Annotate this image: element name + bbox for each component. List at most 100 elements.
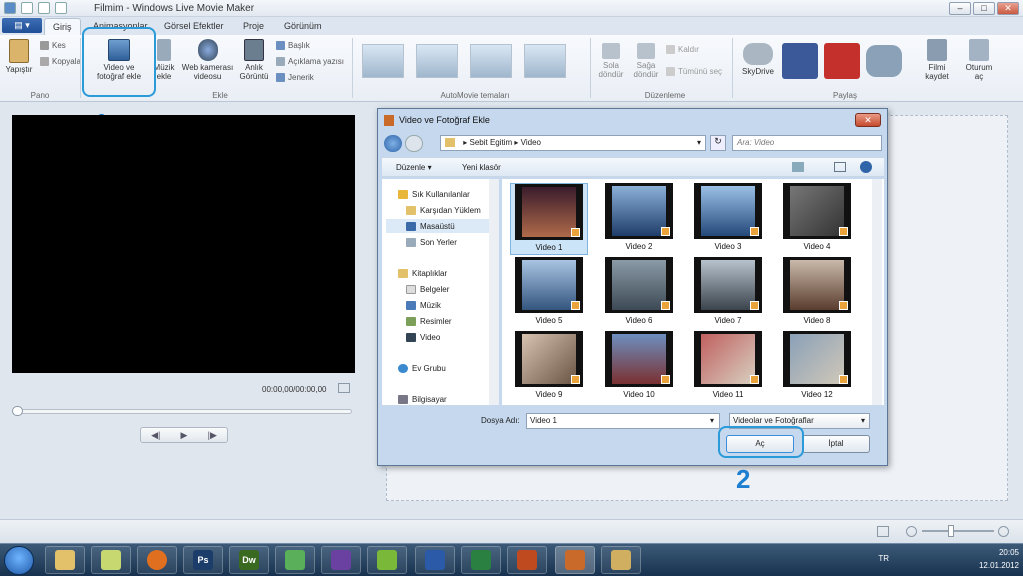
taskbar-paint[interactable] [601,546,641,574]
file-menu-tab[interactable]: ▤ ▾ [2,18,42,33]
taskbar-app[interactable] [367,546,407,574]
file-list-scrollbar[interactable] [872,179,882,405]
file-video-6[interactable]: Video 6 [600,257,678,329]
breadcrumb-video[interactable]: Video [521,138,541,147]
back-button[interactable] [384,135,402,152]
taskbar-photoshop[interactable]: Ps [183,546,223,574]
nav-recent[interactable]: Son Yerler [406,235,457,249]
tab-project[interactable]: Proje [235,18,272,35]
nav-favorites[interactable]: Sık Kullanılanlar [398,187,470,201]
nav-homegroup[interactable]: Ev Grubu [398,361,446,375]
clock-time[interactable]: 20:05 [979,548,1019,557]
fullscreen-icon[interactable] [338,383,350,393]
search-input[interactable]: Ara: Video [732,135,882,151]
undo-icon[interactable] [38,2,50,14]
play-button[interactable]: ▶ [181,430,188,441]
taskbar-powerpoint[interactable] [507,546,547,574]
next-frame-button[interactable]: |▶ [208,430,217,441]
people-share-icon[interactable] [866,45,902,77]
nav-desktop[interactable]: Masaüstü [386,219,490,233]
new-folder-button[interactable]: Yeni klasör [462,163,501,172]
thumbnail-size-icon[interactable] [877,526,889,537]
start-button[interactable] [4,546,34,575]
paste-button[interactable]: Yapıştır [3,39,35,74]
facebook-icon[interactable] [782,43,818,79]
file-video-12[interactable]: Video 12 [778,331,856,403]
file-video-7[interactable]: Video 7 [689,257,767,329]
rotate-left-button[interactable]: Sola döndür [596,43,626,79]
file-video-11[interactable]: Video 11 [689,331,767,403]
taskbar-app[interactable] [321,546,361,574]
filename-input[interactable]: Video 1 [526,413,720,429]
select-all-button[interactable]: Tümünü seç [666,67,722,76]
file-video-4[interactable]: Video 4 [778,183,856,255]
copy-button[interactable]: Kopyala [40,57,81,66]
webcam-video-button[interactable]: Web kamerası videosu [180,39,235,81]
theme-thumbnail[interactable] [524,44,566,78]
taskbar-app[interactable] [275,546,315,574]
save-movie-button[interactable]: Filmi kaydet [918,39,956,81]
previous-frame-button[interactable]: ◀| [151,430,160,441]
theme-thumbnail[interactable] [362,44,404,78]
tab-home[interactable]: Giriş [44,18,81,35]
remove-button[interactable]: Kaldır [666,45,699,54]
zoom-slider[interactable] [922,530,994,532]
zoom-in-icon[interactable] [998,526,1009,537]
nav-documents[interactable]: Belgeler [406,282,449,296]
taskbar-movie-maker[interactable] [555,546,595,574]
app-menu-icon[interactable] [4,2,16,14]
nav-computer[interactable]: Bilgisayar [398,392,447,406]
skydrive-button[interactable]: SkyDrive [738,43,778,76]
taskbar-firefox[interactable] [137,546,177,574]
clock-date[interactable]: 12.01.2012 [979,561,1019,570]
tab-view[interactable]: Görünüm [276,18,330,35]
view-options-icon[interactable] [792,162,804,172]
save-icon[interactable] [21,2,33,14]
redo-icon[interactable] [55,2,67,14]
refresh-button[interactable]: ↻ [710,135,726,151]
file-video-10[interactable]: Video 10 [600,331,678,403]
file-video-3[interactable]: Video 3 [689,183,767,255]
taskbar-dreamweaver[interactable]: Dw [229,546,269,574]
organize-button[interactable]: Düzenle ▾ [396,163,432,172]
file-video-8[interactable]: Video 8 [778,257,856,329]
file-video-5[interactable]: Video 5 [510,257,588,329]
file-video-9[interactable]: Video 9 [510,331,588,403]
cut-button[interactable]: Kes [40,41,66,50]
taskbar-files[interactable] [91,546,131,574]
zoom-slider-thumb[interactable] [948,525,954,537]
nav-libraries[interactable]: Kitaplıklar [398,266,447,280]
filename-dropdown-icon[interactable]: ▾ [710,416,714,425]
zoom-out-icon[interactable] [906,526,917,537]
language-indicator[interactable]: TR [878,554,889,563]
theme-thumbnail[interactable] [416,44,458,78]
title-button[interactable]: Başlık [276,41,310,50]
sign-in-button[interactable]: Oturum aç [962,39,996,81]
file-video-1[interactable]: Video 1 [510,183,588,255]
taskbar-excel[interactable] [461,546,501,574]
breadcrumb-sebit[interactable]: Sebit Egitim [469,138,512,147]
caption-button[interactable]: Açıklama yazısı [276,57,344,66]
rotate-right-button[interactable]: Sağa döndür [630,43,662,79]
theme-thumbnail[interactable] [470,44,512,78]
taskbar-explorer[interactable] [45,546,85,574]
close-button[interactable]: ✕ [997,2,1019,15]
snapshot-button[interactable]: Anlık Görüntü [237,39,271,81]
maximize-button[interactable]: □ [973,2,995,15]
tab-visual-effects[interactable]: Görsel Efektler [156,18,232,35]
nav-music[interactable]: Müzik [406,298,441,312]
chevron-down-icon[interactable]: ▾ [697,136,701,150]
forward-button[interactable] [405,135,423,152]
credits-button[interactable]: Jenerik [276,73,314,82]
nav-downloads[interactable]: Karşıdan Yüklem [406,203,481,217]
cancel-button[interactable]: İptal [802,435,870,453]
seek-thumb[interactable] [12,406,23,416]
taskbar-word[interactable] [415,546,455,574]
help-icon[interactable] [860,161,872,173]
dialog-close-button[interactable]: ✕ [855,113,881,127]
file-video-2[interactable]: Video 2 [600,183,678,255]
youtube-icon[interactable] [824,43,860,79]
nav-scrollbar[interactable] [489,179,499,405]
minimize-button[interactable]: – [949,2,971,15]
nav-videos[interactable]: Video [406,330,440,344]
